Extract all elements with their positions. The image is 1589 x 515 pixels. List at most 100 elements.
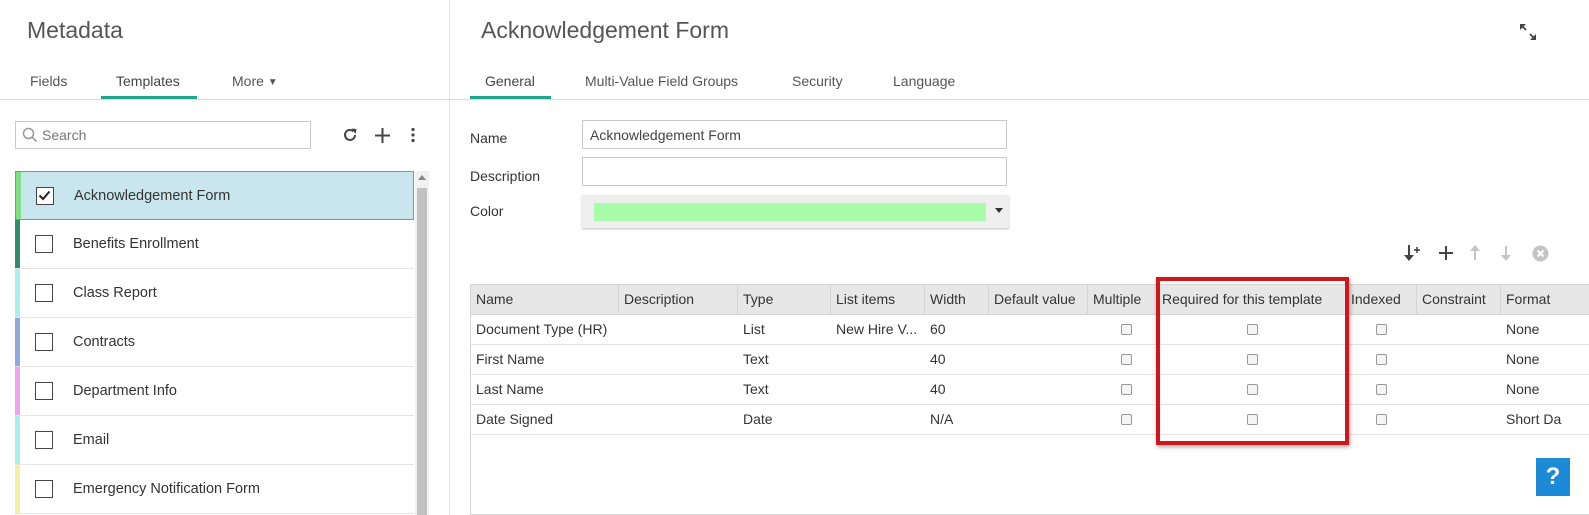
column-header-width[interactable]: Width: [925, 285, 989, 315]
cell-name: Last Name: [476, 381, 544, 397]
cell-default-value: [989, 375, 1088, 404]
template-checkbox[interactable]: [35, 333, 53, 351]
cell-width: 40: [930, 381, 946, 397]
column-header-list-items[interactable]: List items: [831, 285, 925, 315]
cell-list-items: [831, 345, 925, 374]
fields-grid: Name Description Type List items Width Defaul…: [470, 284, 1589, 515]
template-list-item[interactable]: Contracts: [15, 318, 414, 367]
more-vertical-icon[interactable]: [404, 124, 422, 146]
expand-icon[interactable]: [1516, 20, 1540, 44]
template-list-item[interactable]: Department Info: [15, 367, 414, 416]
cell-list-items: [831, 375, 925, 404]
panel-title: Metadata: [27, 17, 123, 43]
checkbox-indexed[interactable]: [1376, 354, 1387, 365]
column-header-default-value[interactable]: Default value: [989, 285, 1088, 315]
column-header-name[interactable]: Name: [471, 285, 619, 315]
tab-general[interactable]: General: [485, 73, 535, 89]
template-checkbox[interactable]: [35, 382, 53, 400]
checkbox-indexed[interactable]: [1376, 384, 1387, 395]
column-header-multiple[interactable]: Multiple: [1088, 285, 1157, 315]
template-checkbox[interactable]: [36, 187, 54, 205]
checkbox-required[interactable]: [1247, 414, 1258, 425]
column-header-required[interactable]: Required for this template: [1157, 285, 1346, 315]
cell-list-items: [831, 405, 925, 434]
checkbox-multiple[interactable]: [1121, 414, 1132, 425]
name-label: Name: [470, 130, 508, 146]
cell-name: Date Signed: [476, 411, 554, 427]
checkbox-multiple[interactable]: [1121, 324, 1132, 335]
checkbox-multiple[interactable]: [1121, 354, 1132, 365]
tabs-divider: [0, 99, 450, 100]
grid-header: Name Description Type List items Width Defaul…: [471, 285, 1589, 315]
scroll-up-icon[interactable]: [418, 175, 426, 180]
cell-type: Date: [743, 411, 773, 427]
plus-icon[interactable]: [1435, 242, 1457, 264]
table-row[interactable]: Last Name Text 40 None: [471, 375, 1589, 405]
template-list-item[interactable]: Acknowledgement Form: [15, 171, 414, 220]
color-swatch: [594, 203, 986, 221]
column-header-constraint[interactable]: Constraint: [1417, 285, 1501, 315]
caret-down-icon: [995, 208, 1003, 213]
remove-icon[interactable]: [1529, 242, 1551, 264]
template-label: Emergency Notification Form: [73, 481, 260, 497]
color-picker[interactable]: [582, 195, 1009, 228]
tab-templates[interactable]: Templates: [116, 73, 180, 89]
column-header-description[interactable]: Description: [619, 285, 738, 315]
checkmark-icon: [38, 190, 51, 201]
template-list-item[interactable]: Email: [15, 416, 414, 465]
help-button[interactable]: ?: [1536, 458, 1570, 496]
checkbox-multiple[interactable]: [1121, 384, 1132, 395]
checkbox-indexed[interactable]: [1376, 324, 1387, 335]
template-detail-panel: Acknowledgement Form General Multi-Value…: [450, 0, 1589, 515]
checkbox-indexed[interactable]: [1376, 414, 1387, 425]
template-label: Email: [73, 432, 110, 448]
template-label: Acknowledgement Form: [74, 188, 231, 204]
template-checkbox[interactable]: [35, 235, 53, 253]
refresh-icon[interactable]: [340, 125, 360, 145]
arrow-up-icon[interactable]: [1465, 242, 1485, 264]
table-row[interactable]: Document Type (HR) List New Hire V... 60 Non…: [471, 315, 1589, 345]
arrow-down-icon[interactable]: [1496, 242, 1516, 264]
checkbox-required[interactable]: [1247, 354, 1258, 365]
template-checkbox[interactable]: [35, 480, 53, 498]
template-label: Class Report: [73, 285, 157, 301]
plus-icon[interactable]: [371, 124, 393, 146]
tab-more[interactable]: More ▼: [232, 73, 278, 89]
template-color-bar: [15, 367, 20, 415]
description-label: Description: [470, 168, 541, 184]
column-header-type[interactable]: Type: [738, 285, 831, 315]
tab-fields[interactable]: Fields: [30, 73, 67, 89]
search-icon: [22, 127, 38, 146]
template-color-bar: [15, 220, 20, 268]
template-checkbox[interactable]: [35, 284, 53, 302]
cell-description: [619, 375, 738, 404]
tab-security[interactable]: Security: [792, 73, 843, 89]
cell-width: 60: [930, 321, 946, 337]
cell-type: List: [743, 321, 765, 337]
tab-language[interactable]: Language: [893, 73, 955, 89]
cell-format: None: [1506, 381, 1540, 397]
list-scrollbar[interactable]: [415, 171, 429, 515]
template-list-item[interactable]: Benefits Enrollment: [15, 220, 414, 269]
search-input[interactable]: [42, 122, 302, 148]
template-list-item[interactable]: Emergency Notification Form: [15, 465, 414, 514]
column-header-indexed[interactable]: Indexed: [1346, 285, 1417, 315]
insert-field-icon[interactable]: [1402, 242, 1424, 264]
cell-default-value: [989, 405, 1088, 434]
scroll-thumb[interactable]: [417, 188, 427, 515]
table-row[interactable]: First Name Text 40 None: [471, 345, 1589, 375]
checkbox-required[interactable]: [1247, 324, 1258, 335]
cell-format: Short Da: [1506, 411, 1562, 427]
name-field[interactable]: Acknowledgement Form: [582, 120, 1007, 149]
cell-description: [619, 345, 738, 374]
column-header-format[interactable]: Format: [1501, 285, 1589, 315]
description-field[interactable]: [582, 157, 1007, 186]
table-row[interactable]: Date Signed Date N/A Short Da: [471, 405, 1589, 435]
template-checkbox[interactable]: [35, 431, 53, 449]
tab-multi-value-field-groups[interactable]: Multi-Value Field Groups: [585, 73, 738, 89]
cell-description: [619, 405, 738, 434]
cell-width: N/A: [930, 411, 954, 427]
checkbox-required[interactable]: [1247, 384, 1258, 395]
cell-default-value: [989, 315, 1088, 344]
template-list-item[interactable]: Class Report: [15, 269, 414, 318]
